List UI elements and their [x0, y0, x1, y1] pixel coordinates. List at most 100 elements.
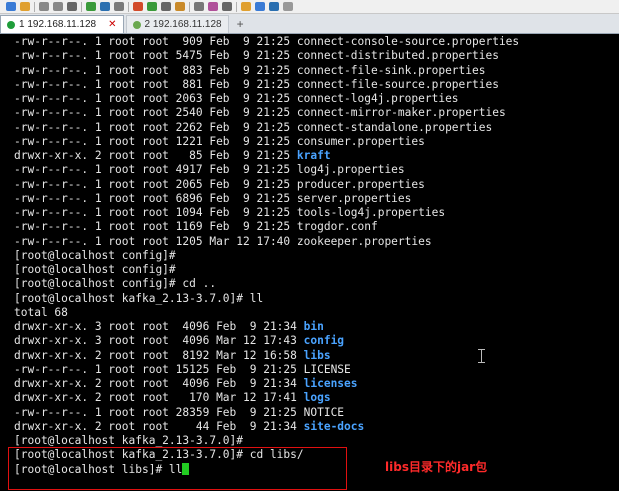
terminal-text: drwxr-xr-x. 2 root root 85 Feb 9 21:25	[14, 149, 297, 162]
directory-name: config	[303, 334, 345, 348]
terminal-text: total 68	[14, 305, 68, 319]
terminal-line: [root@localhost config]#	[14, 263, 619, 277]
directory-name: bin	[303, 320, 324, 333]
terminal-line: drwxr-xr-x. 3 root root 4096 Mar 12 17:4…	[14, 334, 619, 348]
terminal-text: -rw-r--r--. 1 root root 4917 Feb 9 21:25…	[14, 163, 405, 177]
terminal-text: [root@localhost config]#	[14, 263, 176, 276]
mouse-cursor-icon	[478, 349, 486, 363]
terminal-text: -rw-r--r--. 1 root root 1221 Feb 9 21:25…	[14, 134, 425, 148]
terminal-text: -rw-r--r--. 1 root root 1094 Feb 9 21:25…	[14, 206, 446, 219]
terminal-line: -rw-r--r--. 1 root root 883 Feb 9 21:25 …	[14, 64, 619, 78]
chat-icon[interactable]	[283, 2, 293, 11]
directory-name: site-docs	[303, 419, 365, 433]
open-folder-icon[interactable]	[20, 2, 30, 11]
toolbar-separator	[189, 1, 190, 12]
terminal-text: -rw-r--r--. 1 root root 2063 Feb 9 21:25…	[14, 92, 459, 105]
toolbar-separator	[236, 1, 237, 12]
toolbar-separator	[81, 1, 82, 12]
terminal-text: drwxr-xr-x. 3 root root 4096 Feb 9 21:34	[14, 320, 304, 333]
terminal-text: -rw-r--r--. 1 root root 1205 Mar 12 17:4…	[14, 234, 432, 248]
terminal-line: -rw-r--r--. 1 root root 2262 Feb 9 21:25…	[14, 121, 619, 135]
terminal-text: -rw-r--r--. 1 root root 15125 Feb 9 21:2…	[14, 362, 351, 376]
terminal-text: -rw-r--r--. 1 root root 909 Feb 9 21:25 …	[14, 35, 520, 48]
globe-icon[interactable]	[100, 2, 110, 11]
terminal-text: -rw-r--r--. 1 root root 881 Feb 9 21:25 …	[14, 77, 499, 91]
terminal-text: [root@localhost config]# cd ..	[14, 277, 217, 291]
terminal-text: [root@localhost kafka_2.13-3.7.0]#	[14, 434, 244, 447]
disconnect-icon[interactable]	[53, 2, 63, 11]
terminal-text: drwxr-xr-x. 3 root root 4096 Mar 12 17:4…	[14, 334, 304, 348]
terminal-line: -rw-r--r--. 1 root root 881 Feb 9 21:25 …	[14, 78, 619, 92]
toolbar-separator	[34, 1, 35, 12]
terminal-text: -rw-r--r--. 1 root root 5475 Feb 9 21:25…	[14, 49, 499, 63]
terminal-text: -rw-r--r--. 1 root root 2065 Feb 9 21:25…	[14, 177, 425, 191]
compose-icon[interactable]	[114, 2, 124, 11]
tab-bar: 1 192.168.11.128 ✕ 2 192.168.11.128 +	[0, 14, 619, 34]
terminal-text: drwxr-xr-x. 2 root root 8192 Mar 12 16:5…	[14, 348, 304, 362]
new-session-icon[interactable]	[6, 2, 16, 11]
directory-name: logs	[303, 391, 331, 405]
tab-label: 1 192.168.11.128	[19, 19, 97, 30]
terminal-line: -rw-r--r--. 1 root root 2065 Feb 9 21:25…	[14, 178, 619, 192]
tab-session-2[interactable]: 2 192.168.11.128	[125, 15, 229, 33]
terminal-text: -rw-r--r--. 1 root root 2540 Feb 9 21:25…	[14, 106, 506, 120]
sftp-icon[interactable]	[147, 2, 157, 11]
terminal-line: -rw-r--r--. 1 root root 6896 Feb 9 21:25…	[14, 192, 619, 206]
terminal-line: drwxr-xr-x. 3 root root 4096 Feb 9 21:34…	[14, 320, 619, 334]
terminal-text: -rw-r--r--. 1 root root 2262 Feb 9 21:25…	[14, 120, 493, 134]
terminal-text: drwxr-xr-x. 2 root root 4096 Feb 9 21:34	[14, 377, 304, 390]
connected-status-icon	[7, 20, 15, 29]
new-tab-button[interactable]: +	[231, 15, 250, 33]
terminal-line: -rw-r--r--. 1 root root 15125 Feb 9 21:2…	[14, 363, 619, 377]
transfer-icon[interactable]	[86, 2, 96, 11]
terminal-line: -rw-r--r--. 1 root root 4917 Feb 9 21:25…	[14, 163, 619, 177]
close-icon[interactable]: ✕	[108, 19, 116, 30]
terminal-text: -rw-r--r--. 1 root root 6896 Feb 9 21:25…	[14, 191, 412, 205]
fullscreen-icon[interactable]	[161, 2, 171, 11]
layout-icon[interactable]	[255, 2, 265, 11]
reconnect-icon[interactable]	[39, 2, 49, 11]
directory-name: kraft	[296, 149, 331, 162]
terminal-line: drwxr-xr-x. 2 root root 170 Mar 12 17:41…	[14, 391, 619, 405]
connected-status-icon	[132, 20, 141, 29]
keyboard-icon[interactable]	[194, 2, 204, 11]
terminal-line: -rw-r--r--. 1 root root 1221 Feb 9 21:25…	[14, 135, 619, 149]
help-icon[interactable]	[269, 2, 279, 11]
terminal-line: -rw-r--r--. 1 root root 2063 Feb 9 21:25…	[14, 92, 619, 106]
annotation-text: libs目录下的jar包	[385, 460, 488, 474]
terminal-text: drwxr-xr-x. 2 root root 44 Feb 9 21:34	[14, 419, 304, 433]
directory-name: libs	[303, 348, 331, 362]
add-icon[interactable]	[241, 2, 251, 11]
terminal-line: drwxr-xr-x. 2 root root 8192 Mar 12 16:5…	[14, 349, 619, 363]
terminal-line: -rw-r--r--. 1 root root 1094 Feb 9 21:25…	[14, 206, 619, 220]
terminal-line: total 68	[14, 306, 619, 320]
terminal-text: drwxr-xr-x. 2 root root 170 Mar 12 17:41	[14, 391, 304, 405]
annotation-highlight-box	[8, 447, 347, 490]
terminal-line: -rw-r--r--. 1 root root 1205 Mar 12 17:4…	[14, 235, 619, 249]
highlight-icon[interactable]	[208, 2, 218, 11]
toolbar-separator	[128, 1, 129, 12]
script-icon[interactable]	[222, 2, 232, 11]
terminal-text: [root@localhost kafka_2.13-3.7.0]# ll	[14, 291, 264, 305]
terminal-line: -rw-r--r--. 1 root root 1169 Feb 9 21:25…	[14, 220, 619, 234]
terminal-line: drwxr-xr-x. 2 root root 44 Feb 9 21:34 s…	[14, 420, 619, 434]
terminal-line: [root@localhost config]#	[14, 249, 619, 263]
toolbar	[0, 0, 619, 14]
terminal-text: -rw-r--r--. 1 root root 28359 Feb 9 21:2…	[14, 405, 345, 419]
terminal-line: -rw-r--r--. 1 root root 5475 Feb 9 21:25…	[14, 49, 619, 63]
terminal-line: drwxr-xr-x. 2 root root 4096 Feb 9 21:34…	[14, 377, 619, 391]
lock-icon[interactable]	[175, 2, 185, 11]
terminal-text: [root@localhost config]#	[14, 248, 176, 262]
color-scheme-icon[interactable]	[133, 2, 143, 11]
tab-session-1[interactable]: 1 192.168.11.128 ✕	[0, 15, 124, 33]
terminal-text: -rw-r--r--. 1 root root 883 Feb 9 21:25 …	[14, 63, 486, 77]
terminal-line: [root@localhost kafka_2.13-3.7.0]# ll	[14, 292, 619, 306]
terminal-line: -rw-r--r--. 1 root root 2540 Feb 9 21:25…	[14, 106, 619, 120]
tab-label: 2 192.168.11.128	[144, 19, 222, 30]
terminal-line: [root@localhost config]# cd ..	[14, 277, 619, 291]
terminal-line: -rw-r--r--. 1 root root 28359 Feb 9 21:2…	[14, 406, 619, 420]
directory-name: licenses	[303, 377, 358, 390]
terminal-output[interactable]: -rw-r--r--. 1 root root 909 Feb 9 21:25 …	[0, 35, 619, 491]
terminal-line: drwxr-xr-x. 2 root root 85 Feb 9 21:25 k…	[14, 149, 619, 163]
find-icon[interactable]	[67, 2, 77, 11]
